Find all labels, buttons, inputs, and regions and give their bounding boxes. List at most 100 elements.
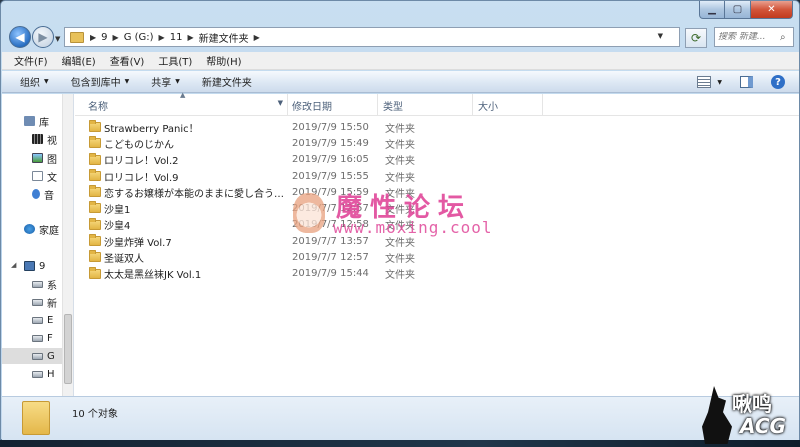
file-date: 2019/7/7 12:58 — [292, 219, 369, 231]
view-controls: ▼ ? — [697, 75, 785, 89]
nav-label: F — [47, 332, 53, 344]
breadcrumb-separator-icon[interactable]: ▶ — [157, 33, 167, 42]
new-folder-button[interactable]: 新建文件夹 — [202, 74, 252, 89]
nav-label: 新 — [47, 298, 57, 310]
file-name: 沙皇炸弹 Vol.7 — [104, 237, 172, 249]
nav-scrollbar[interactable] — [62, 94, 73, 396]
menu-help[interactable]: 帮助(H) — [206, 53, 241, 68]
nav-computer[interactable]: 9 — [24, 258, 45, 274]
search-input[interactable] — [718, 32, 780, 42]
folder-icon — [89, 250, 101, 263]
file-date: 2019/7/7 13:57 — [292, 235, 369, 247]
file-name: こどものじかん — [104, 139, 174, 151]
nav-music[interactable]: 音 — [32, 186, 54, 202]
menu-edit[interactable]: 编辑(E) — [62, 53, 96, 68]
column-label: 修改日期 — [292, 101, 332, 113]
file-row[interactable]: 太太是黑丝袜JK Vol.1 2019/7/9 15:44 文件夹 — [75, 266, 799, 282]
file-date: 2019/7/7 12:57 — [292, 203, 369, 215]
nav-drive-h[interactable]: H — [32, 366, 55, 382]
chevron-down-icon: ▼ — [124, 78, 130, 85]
column-header-size[interactable]: 大小 — [473, 94, 543, 116]
drive-icon — [32, 352, 43, 360]
include-library-label: 包含到库中 — [70, 78, 121, 89]
view-options-icon[interactable] — [697, 76, 712, 88]
column-header-type[interactable]: 类型 — [378, 94, 473, 116]
nav-drive-e[interactable]: E — [32, 312, 53, 328]
breadcrumb-11[interactable]: 11 — [167, 32, 186, 43]
expand-icon[interactable]: ◢ — [11, 261, 16, 269]
file-name: 圣诞双人 — [104, 254, 144, 266]
homegroup-icon — [24, 224, 35, 234]
new-folder-label: 新建文件夹 — [201, 78, 252, 89]
forward-button[interactable]: ▶ — [32, 26, 54, 48]
share-button[interactable]: 共享 ▼ — [151, 74, 180, 89]
search-icon[interactable]: ⌕ — [780, 32, 786, 43]
breadcrumb-separator-icon[interactable]: ▶ — [88, 33, 98, 42]
nav-drive-system[interactable]: 系 — [32, 276, 57, 292]
search-box[interactable]: ⌕ — [714, 27, 794, 47]
preview-pane-icon[interactable] — [740, 76, 753, 88]
nav-documents[interactable]: 文 — [32, 168, 57, 184]
folder-icon — [89, 168, 101, 181]
nav-label: 文 — [47, 172, 57, 184]
address-bar[interactable]: ▶ 9 ▶ G (G:) ▶ 11 ▶ 新建文件夹 ▶ ▼ — [64, 27, 680, 47]
file-list: ▲ 名称 ▼ 修改日期 类型 大小 Strawberry Panic！ 2019… — [75, 91, 799, 396]
file-row[interactable]: 圣诞双人 2019/7/7 12:57 文件夹 — [75, 249, 799, 265]
column-header-date[interactable]: 修改日期 — [288, 94, 378, 116]
file-row[interactable]: 沙皇4 2019/7/7 12:58 文件夹 — [75, 217, 799, 233]
chevron-down-icon: ▼ — [44, 78, 49, 85]
close-button[interactable]: ✕ — [751, 1, 793, 19]
drive-icon — [32, 316, 43, 324]
nav-pictures[interactable]: 图 — [32, 150, 57, 166]
drive-icon — [32, 370, 43, 378]
nav-label: 9 — [39, 260, 46, 272]
file-row[interactable]: 沙皇1 2019/7/7 12:57 文件夹 — [75, 200, 799, 216]
nav-videos[interactable]: 视 — [32, 131, 57, 147]
file-row[interactable]: ロリコレ！Vol.9 2019/7/9 15:55 文件夹 — [75, 168, 799, 184]
history-dropdown-icon[interactable]: ▼ — [55, 35, 60, 43]
folder-icon — [89, 217, 101, 230]
file-date: 2019/7/9 15:44 — [292, 268, 369, 280]
nav-scroll-thumb[interactable] — [64, 314, 72, 384]
column-filter-dropdown-icon[interactable]: ▼ — [278, 99, 283, 107]
file-date: 2019/7/9 15:50 — [292, 121, 369, 133]
view-dropdown-icon[interactable]: ▼ — [717, 79, 722, 86]
file-row[interactable]: 沙皇炸弹 Vol.7 2019/7/7 13:57 文件夹 — [75, 233, 799, 249]
maximize-button[interactable]: ▢ — [725, 1, 751, 19]
menu-file[interactable]: 文件(F) — [14, 53, 48, 68]
nav-homegroup[interactable]: 家庭 — [24, 221, 59, 237]
nav-drive-g[interactable]: G — [32, 348, 55, 364]
file-row[interactable]: 恋するお嬢様が本能のままに愛し合うメ... 2019/7/9 15:59 文件夹 — [75, 184, 799, 200]
include-in-library-button[interactable]: 包含到库中 ▼ — [71, 74, 130, 89]
breadcrumb-separator-icon[interactable]: ▶ — [111, 33, 121, 42]
explorer-window: ▁ ▢ ✕ ◀ ▶ ▼ ▶ 9 ▶ G (G:) ▶ 11 ▶ 新建文件夹 ▶ … — [0, 0, 800, 440]
nav-drive-f[interactable]: F — [32, 330, 53, 346]
breadcrumb-9[interactable]: 9 — [98, 32, 110, 43]
organize-button[interactable]: 组织 ▼ — [20, 74, 49, 89]
column-header-name[interactable]: ▲ 名称 ▼ — [75, 91, 288, 116]
address-dropdown-icon[interactable]: ▼ — [658, 32, 663, 40]
file-row[interactable]: ロリコレ！Vol.2 2019/7/9 16:05 文件夹 — [75, 152, 799, 168]
menu-tools[interactable]: 工具(T) — [158, 53, 192, 68]
nav-drive-new[interactable]: 新 — [32, 294, 57, 310]
minimize-button[interactable]: ▁ — [699, 1, 725, 19]
breadcrumb-new-folder[interactable]: 新建文件夹 — [196, 30, 252, 45]
breadcrumb-drive-g[interactable]: G (G:) — [121, 32, 157, 43]
breadcrumb-separator-icon[interactable]: ▶ — [185, 33, 195, 42]
breadcrumb-separator-icon[interactable]: ▶ — [252, 33, 262, 42]
nav-library[interactable]: 库 — [24, 113, 49, 129]
folder-icon — [89, 152, 101, 165]
folder-icon — [70, 31, 84, 43]
help-icon[interactable]: ? — [771, 75, 785, 89]
file-name: 恋するお嬢様が本能のままに愛し合うメ... — [104, 188, 289, 200]
picture-icon — [32, 153, 43, 163]
back-button[interactable]: ◀ — [9, 26, 31, 48]
computer-icon — [24, 261, 35, 271]
organize-label: 组织 — [20, 78, 40, 89]
refresh-button[interactable]: ⟳ — [685, 28, 707, 48]
file-row[interactable]: Strawberry Panic！ 2019/7/9 15:50 文件夹 — [75, 119, 799, 135]
command-bar: 组织 ▼ 包含到库中 ▼ 共享 ▼ 新建文件夹 ▼ ? — [2, 71, 799, 93]
menu-view[interactable]: 查看(V) — [110, 53, 145, 68]
file-row[interactable]: こどものじかん 2019/7/9 15:49 文件夹 — [75, 135, 799, 151]
library-icon — [24, 116, 35, 126]
